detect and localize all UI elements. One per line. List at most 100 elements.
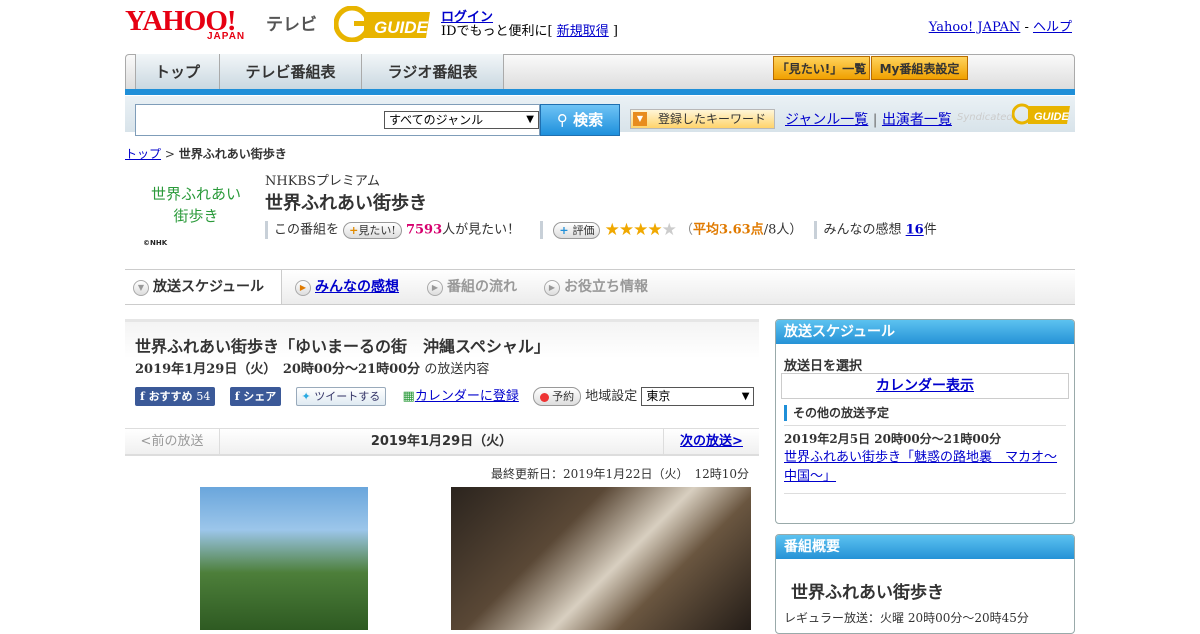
tab-info-label: お役立ち情報 [564, 279, 648, 295]
performer-list-link[interactable]: 出演者一覧 [882, 112, 952, 128]
divider [784, 493, 1066, 494]
login-sub-text: IDでもっと便利に[ 新規取得 ] [441, 20, 618, 39]
region-label: 地域設定 [585, 389, 638, 404]
select-date-label: 放送日を選択 [784, 359, 863, 374]
comments-count-link[interactable]: 16 [906, 223, 924, 238]
program-stats: この番組を +見たい! 7593人が見たい！ + 評価 ★★★★★ （平均3.6… [265, 220, 937, 240]
rating-average: 平均3.63点 [693, 222, 764, 238]
episode-title: 世界ふれあい街歩き「ゆいまーるの街 沖縄スペシャル」 [135, 337, 550, 356]
star-icon: ★ [604, 220, 620, 240]
comments-label: みんなの感想 [823, 222, 902, 238]
mitai-button[interactable]: +見たい! [343, 221, 402, 239]
rate-button[interactable]: + 評価 [553, 221, 601, 239]
calendar-register-link[interactable]: カレンダーに登録 [415, 389, 519, 404]
schedule-panel-title: 放送スケジュール [776, 320, 1074, 344]
divider [784, 425, 1066, 426]
regular-broadcast: レギュラー放送：火曜 20時00分～20時45分 [784, 611, 1029, 625]
tweet-label: ツイートする [314, 390, 381, 403]
episode-date-suffix: の放送内容 [424, 362, 490, 377]
stats-divider [540, 221, 544, 239]
rating-people: /8人） [763, 222, 803, 238]
stats-divider [265, 221, 268, 239]
nav-tab-tv-schedule[interactable]: テレビ番組表 [220, 54, 362, 90]
prev-broadcast[interactable]: <前の放送 [125, 428, 220, 456]
tab-schedule[interactable]: ▼ 放送スケジュール [125, 270, 282, 304]
tweet-button[interactable]: ✦ ツイートする [295, 387, 387, 406]
stats-divider [814, 221, 818, 239]
tab-reviews-label: みんなの感想 [315, 279, 399, 295]
nav-underline [125, 89, 1075, 95]
star-icon: ★ [633, 220, 648, 240]
comments-unit: 件 [923, 222, 937, 238]
episode-photo-market [451, 487, 751, 630]
tv-label: テレビ [266, 15, 317, 35]
last-updated: 最終更新日：2019年1月22日（火） 12時10分 [491, 467, 749, 481]
rating-open: （ [680, 222, 694, 238]
search-links: ジャンル一覧 | 出演者一覧 [785, 109, 952, 129]
tab-flow[interactable]: ▶ 番組の流れ [419, 270, 531, 304]
program-title: 世界ふれあい街歩き [265, 193, 427, 214]
other-broadcast-date: 2019年2月5日 20時00分～21時00分 [784, 432, 1002, 446]
search-button[interactable]: ⚲ 検索 [540, 104, 620, 136]
nav-tab-radio-schedule[interactable]: ラジオ番組表 [362, 54, 504, 90]
facebook-icon: f [234, 390, 244, 403]
social-row: f おすすめ 54 f シェア ✦ ツイートする ▦カレンダーに登録 予約 地域… [135, 386, 755, 408]
nav-tab-top[interactable]: トップ [135, 54, 220, 90]
reserve-button[interactable]: 予約 [533, 387, 582, 406]
other-broadcasts-heading: その他の放送予定 [784, 405, 889, 421]
plus-icon: + [349, 223, 359, 237]
gguide-logo[interactable]: GUIDE [334, 6, 432, 42]
help-link[interactable]: ヘルプ [1033, 20, 1072, 35]
facebook-icon: f [140, 390, 149, 403]
rating-stars: ★★★★★ [604, 220, 677, 240]
genre-select[interactable]: すべてのジャンル ▼ [384, 111, 539, 129]
overview-panel-title: 番組概要 [776, 535, 1074, 559]
fb-recommend-button[interactable]: f おすすめ 54 [135, 387, 216, 406]
play-icon: ▶ [295, 280, 311, 296]
channel-name: NHKBSプレミアム [265, 174, 380, 189]
star-icon: ★ [647, 220, 662, 240]
overview-title: 世界ふれあい街歩き [791, 583, 944, 603]
episode-photo-street [200, 487, 368, 630]
yahoo-japan-link[interactable]: Yahoo! JAPAN [929, 20, 1021, 35]
program-logo-line2: 街歩き [173, 207, 219, 225]
tab-schedule-label: 放送スケジュール [153, 279, 265, 295]
svg-text:GUIDE: GUIDE [374, 18, 429, 37]
breadcrumb: トップ > 世界ふれあい街歩き [125, 145, 287, 162]
arrow-down-icon: ▼ [133, 280, 149, 296]
genre-list-link[interactable]: ジャンル一覧 [785, 112, 868, 128]
next-broadcast-link[interactable]: 次の放送> [680, 434, 743, 449]
plus-icon: + [559, 223, 573, 237]
search-button-label: 検索 [573, 111, 604, 129]
other-broadcast-link[interactable]: 世界ふれあい街歩き「魅惑の路地裏 マカオ～中国～」 [784, 450, 1057, 484]
search-icon: ⚲ [556, 111, 574, 129]
mitai-list-button[interactable]: 「見たい!」一覧 [773, 56, 870, 80]
breadcrumb-top-link[interactable]: トップ [125, 147, 161, 161]
mitai-suffix: 人が見たい！ [442, 222, 521, 238]
syndicated-label: Syndicated [957, 112, 1013, 123]
login-sub-suffix: ] [608, 24, 618, 39]
region-select[interactable]: 東京 ▼ [641, 387, 755, 406]
genre-select-value: すべてのジャンル [389, 113, 484, 127]
dropdown-arrow-icon: ▼ [633, 112, 647, 126]
login-sub-prefix: IDでもっと便利に[ [441, 24, 557, 39]
top-links: Yahoo! JAPAN - ヘルプ [929, 16, 1072, 35]
breadcrumb-current: 世界ふれあい街歩き [178, 147, 287, 161]
tab-reviews[interactable]: ▶ みんなの感想 [287, 270, 414, 304]
breadcrumb-separator: > [161, 147, 179, 161]
fb-share-button[interactable]: f シェア [229, 387, 282, 406]
register-link[interactable]: 新規取得 [557, 24, 609, 39]
tab-info[interactable]: ▶ お役立ち情報 [536, 270, 661, 304]
twitter-icon: ✦ [301, 390, 315, 403]
play-icon: ▶ [544, 280, 560, 296]
yahoo-japan-label: JAPAN [207, 31, 246, 42]
rate-button-label: 評価 [572, 223, 595, 237]
my-program-button[interactable]: My番組表設定 [871, 56, 968, 80]
tab-flow-label: 番組の流れ [447, 279, 517, 295]
star-icon: ★ [618, 220, 634, 240]
current-broadcast-date: 2019年1月29日（火） [370, 434, 513, 449]
calendar-view-link[interactable]: カレンダー表示 [876, 378, 974, 394]
chevron-down-icon: ▼ [741, 391, 750, 402]
keyword-button[interactable]: 登録したキーワード [630, 109, 775, 129]
chevron-down-icon: ▼ [526, 114, 534, 125]
